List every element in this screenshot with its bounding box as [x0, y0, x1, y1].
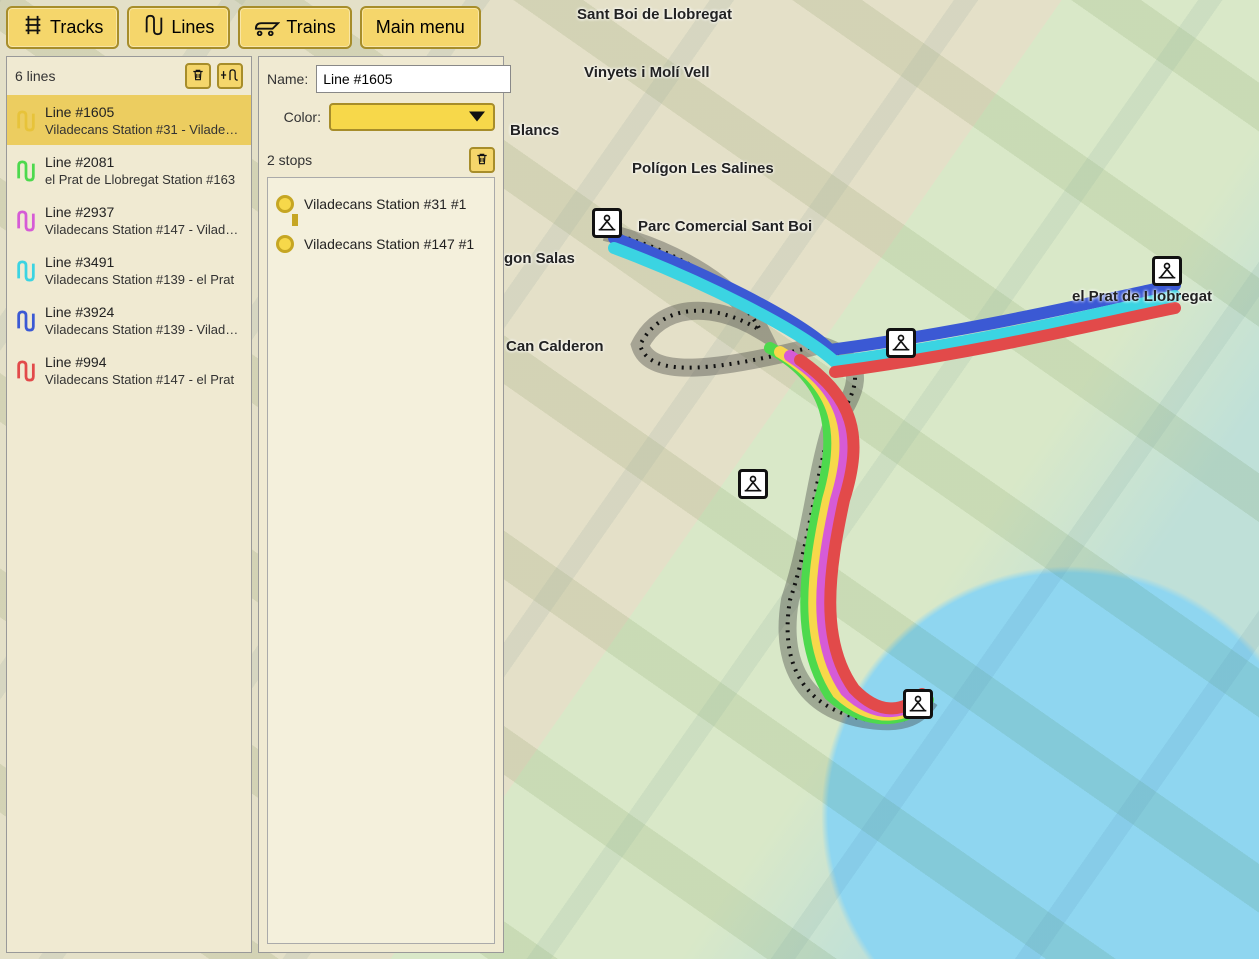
line-color-picker[interactable] — [329, 103, 495, 131]
line-item-name: Line #3491 — [45, 254, 234, 270]
trains-button[interactable]: Trains — [238, 6, 351, 49]
lines-panel: 6 lines Line #1605 Viladecans Station #31… — [6, 56, 252, 953]
line-list-item[interactable]: Line #994 Viladecans Station #147 - el Pr… — [7, 345, 251, 395]
main-menu-button[interactable]: Main menu — [360, 6, 481, 49]
station-marker[interactable] — [1152, 256, 1182, 286]
delete-stop-button[interactable] — [469, 147, 495, 173]
trash-icon — [475, 152, 489, 169]
tracks-label: Tracks — [50, 17, 103, 38]
line-glyph-icon — [15, 360, 37, 382]
stops-list: Viladecans Station #31 #1 Viladecans Sta… — [267, 177, 495, 944]
trains-label: Trains — [286, 17, 335, 38]
line-list-item[interactable]: Line #3924 Viladecans Station #139 - Vila… — [7, 295, 251, 345]
map-label: el Prat de Llobregat — [1072, 288, 1212, 305]
line-list-item[interactable]: Line #3491 Viladecans Station #139 - el P… — [7, 245, 251, 295]
line-glyph-icon — [15, 210, 37, 232]
stop-label: Viladecans Station #147 #1 — [304, 236, 474, 252]
station-marker[interactable] — [738, 469, 768, 499]
line-item-name: Line #994 — [45, 354, 234, 370]
name-label: Name: — [267, 71, 308, 87]
lines-label: Lines — [171, 17, 214, 38]
station-marker[interactable] — [592, 208, 622, 238]
line-list-item[interactable]: Line #2081 el Prat de Llobregat Station #… — [7, 145, 251, 195]
line-item-name: Line #3924 — [45, 304, 243, 320]
map-label: Polígon Les Salines — [632, 160, 774, 177]
main-toolbar: Tracks Lines Trains Main menu — [6, 6, 481, 49]
station-marker[interactable] — [903, 689, 933, 719]
lines-button[interactable]: Lines — [127, 6, 230, 49]
line-item-sub: Viladecans Station #147 - el Prat — [45, 372, 234, 387]
line-item-name: Line #2081 — [45, 154, 235, 170]
line-glyph-icon — [15, 110, 37, 132]
line-detail-panel: Name: Color: 2 stops Viladecans Station … — [258, 56, 504, 953]
trash-icon — [191, 68, 205, 85]
line-glyph-icon — [15, 160, 37, 182]
stop-item[interactable]: Viladecans Station #31 #1 — [276, 188, 486, 220]
line-list-item[interactable]: Line #1605 Viladecans Station #31 - Vilad… — [7, 95, 251, 145]
line-list-item[interactable]: Line #2937 Viladecans Station #147 - Vila… — [7, 195, 251, 245]
add-line-button[interactable] — [217, 63, 243, 89]
station-marker[interactable] — [886, 328, 916, 358]
line-name-input[interactable] — [316, 65, 511, 93]
stops-count-label: 2 stops — [267, 152, 312, 168]
line-glyph-icon — [15, 310, 37, 332]
line-glyph-icon — [15, 260, 37, 282]
line-item-name: Line #1605 — [45, 104, 243, 120]
line-item-sub: Viladecans Station #147 - Viladecans — [45, 222, 243, 237]
stop-label: Viladecans Station #31 #1 — [304, 196, 466, 212]
color-label: Color: — [267, 109, 321, 125]
map-label: Sant Boi de Llobregat — [577, 6, 732, 23]
map-label: Blancs — [510, 122, 559, 139]
plus-line-icon — [221, 68, 239, 85]
delete-line-button[interactable] — [185, 63, 211, 89]
map-label: gon Salas — [504, 250, 575, 267]
map-label: Parc Comercial Sant Boi — [638, 218, 812, 235]
map-label: Can Calderon — [506, 338, 604, 355]
map-label: Vinyets i Molí Vell — [584, 64, 710, 81]
stop-item[interactable]: Viladecans Station #147 #1 — [276, 228, 486, 260]
tracks-icon — [22, 14, 44, 41]
lines-icon — [143, 14, 165, 41]
stop-dot-icon — [276, 235, 294, 253]
line-item-sub: Viladecans Station #139 - Viladecans — [45, 322, 243, 337]
lines-count-label: 6 lines — [15, 68, 55, 84]
trains-icon — [254, 14, 280, 41]
stop-dot-icon — [276, 195, 294, 213]
line-list: Line #1605 Viladecans Station #31 - Vilad… — [7, 95, 251, 952]
main-menu-label: Main menu — [376, 17, 465, 38]
line-item-sub: Viladecans Station #139 - el Prat — [45, 272, 234, 287]
line-item-name: Line #2937 — [45, 204, 243, 220]
stop-connector — [292, 214, 298, 226]
line-item-sub: el Prat de Llobregat Station #163 — [45, 172, 235, 187]
tracks-button[interactable]: Tracks — [6, 6, 119, 49]
line-item-sub: Viladecans Station #31 - Viladecans Stat… — [45, 122, 243, 137]
